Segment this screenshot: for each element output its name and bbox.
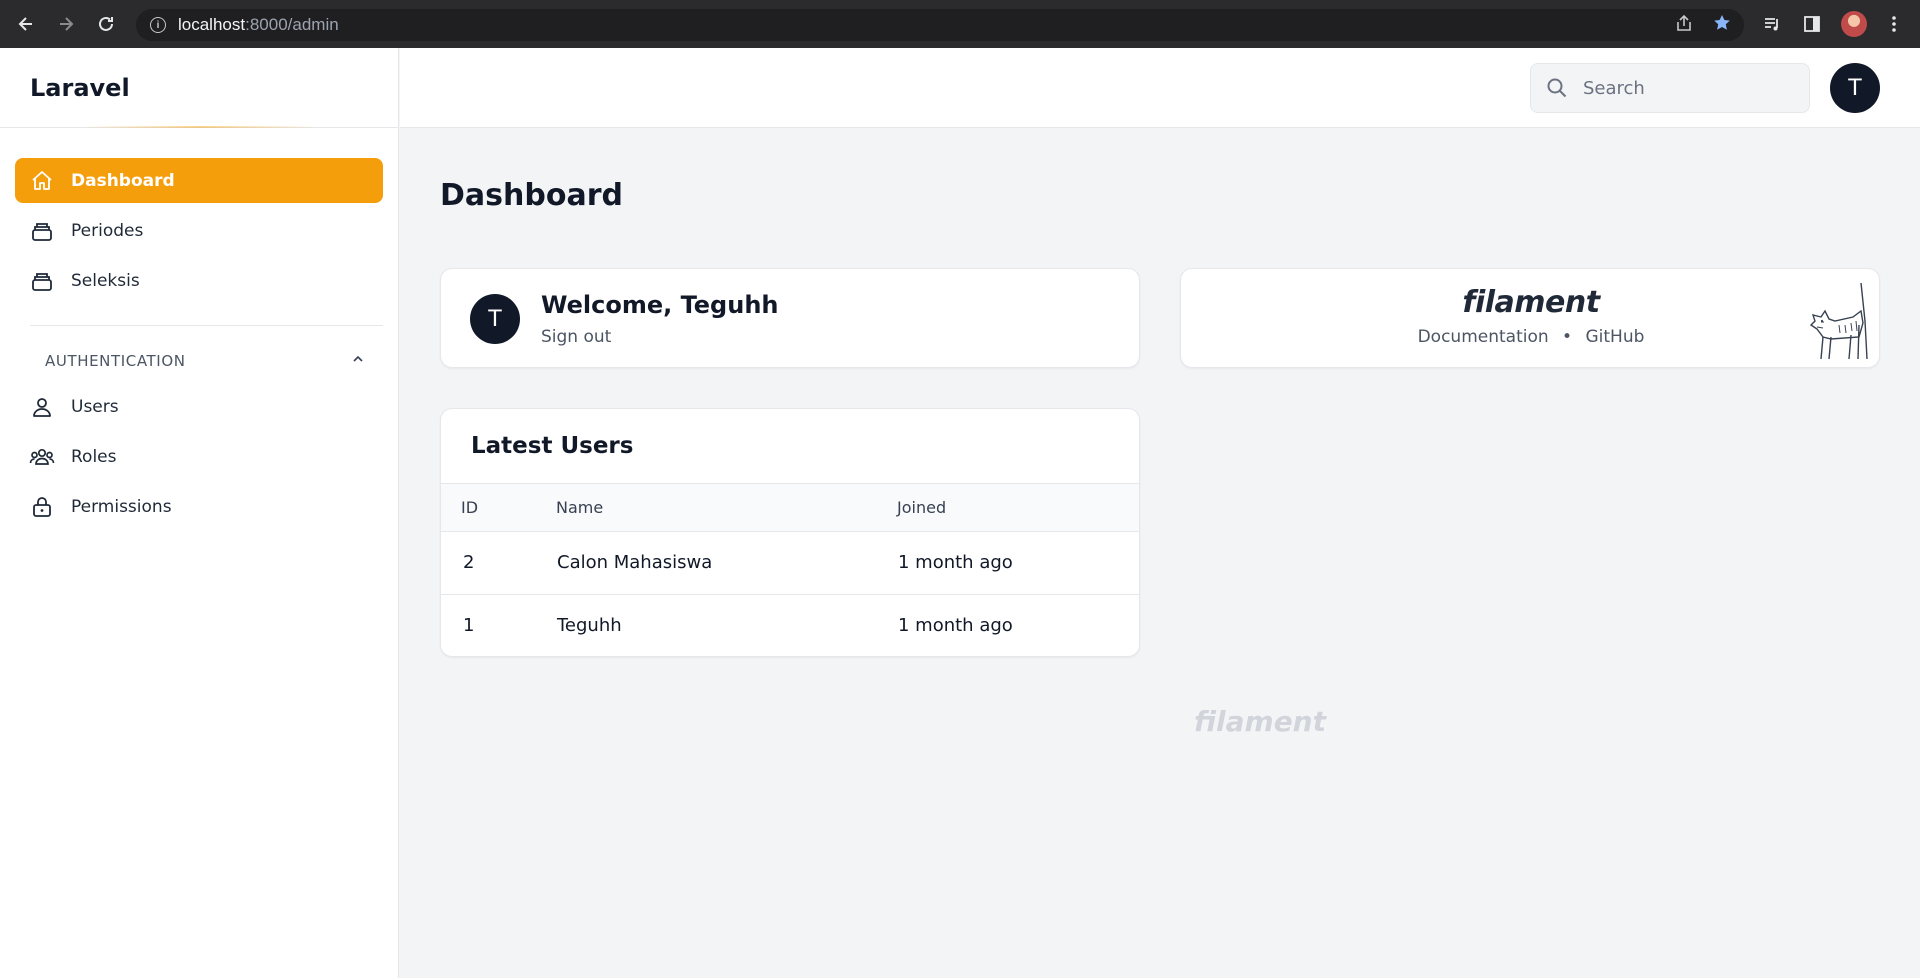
column-header-id[interactable]: ID xyxy=(441,484,556,532)
brand-logo[interactable]: Laravel xyxy=(0,48,398,128)
sidebar-nav: Dashboard Periodes Seleksis AUTHENTICATI… xyxy=(0,128,398,529)
share-icon[interactable] xyxy=(1674,13,1694,37)
cell-id: 1 xyxy=(463,615,475,637)
filament-info-widget: filament Documentation • GitHub xyxy=(1180,268,1880,368)
column-header-joined[interactable]: Joined xyxy=(897,484,1139,532)
chevron-up-icon[interactable] xyxy=(351,352,365,370)
sidebar-item-permissions[interactable]: Permissions xyxy=(15,484,383,529)
collection-icon xyxy=(29,218,55,244)
latest-users-table: ID Name Joined 2 Calon Mahasiswa 1 month… xyxy=(441,484,1139,656)
sidebar-item-users[interactable]: Users xyxy=(15,384,383,429)
main-content: Dashboard T Welcome, Teguhh Sign out fil… xyxy=(400,128,1920,978)
sidebar-item-label: Seleksis xyxy=(71,270,140,291)
avatar: T xyxy=(470,294,520,344)
documentation-link[interactable]: Documentation xyxy=(1418,327,1549,347)
collection-icon xyxy=(29,268,55,294)
group-authentication-toggle[interactable]: AUTHENTICATION xyxy=(15,346,383,376)
group-label: AUTHENTICATION xyxy=(45,352,186,370)
sidebar-item-seleksis[interactable]: Seleksis xyxy=(15,258,383,303)
global-search[interactable] xyxy=(1530,63,1810,113)
github-link[interactable]: GitHub xyxy=(1585,327,1644,347)
site-info-icon[interactable]: i xyxy=(150,17,166,33)
page-title: Dashboard xyxy=(440,178,623,213)
side-panel-icon[interactable] xyxy=(1796,0,1828,48)
sidebar-item-dashboard[interactable]: Dashboard xyxy=(15,158,383,203)
url-host: localhost xyxy=(178,15,246,34)
footer-filament-logo[interactable]: filament xyxy=(1100,705,1420,738)
sidebar-item-label: Permissions xyxy=(71,496,172,517)
user-menu-avatar[interactable]: T xyxy=(1830,63,1880,113)
sidebar: Laravel Dashboard Periodes Seleksis AUTH… xyxy=(0,48,399,978)
latest-users-widget: Latest Users ID Name Joined 2 Calon Maha… xyxy=(440,408,1140,657)
filament-links: Documentation • GitHub xyxy=(1181,327,1879,347)
filament-logo: filament xyxy=(1462,285,1600,320)
home-icon xyxy=(29,168,55,194)
address-bar[interactable]: i localhost:8000/admin xyxy=(136,9,1744,41)
link-separator: • xyxy=(1562,327,1573,347)
column-header-name[interactable]: Name xyxy=(556,484,897,532)
search-icon xyxy=(1545,76,1569,100)
cell-name: Teguhh xyxy=(557,615,622,637)
sidebar-item-label: Roles xyxy=(71,446,117,467)
back-icon[interactable] xyxy=(6,0,46,48)
profile-avatar[interactable] xyxy=(1838,0,1870,48)
topbar: T xyxy=(400,48,1920,128)
brand-name: Laravel xyxy=(30,73,130,102)
browser-chrome: i localhost:8000/admin xyxy=(0,0,1920,48)
forward-icon[interactable] xyxy=(46,0,86,48)
latest-users-title: Latest Users xyxy=(441,409,1139,484)
cell-joined: 1 month ago xyxy=(898,615,1013,637)
sidebar-item-label: Periodes xyxy=(71,220,144,241)
cell-name: Calon Mahasiswa xyxy=(556,531,897,595)
table-row[interactable]: 1 Teguhh 1 month ago xyxy=(441,594,1139,656)
table-row[interactable]: 2 Calon Mahasiswa 1 month ago xyxy=(441,531,1139,595)
cell-joined: 1 month ago xyxy=(897,531,1139,595)
sign-out-link[interactable]: Sign out xyxy=(541,327,611,347)
search-input[interactable] xyxy=(1583,77,1783,99)
sidebar-divider xyxy=(30,325,383,326)
user-group-icon xyxy=(29,444,55,470)
filament-mascot-illustration xyxy=(1809,281,1871,367)
url-path: :8000/admin xyxy=(245,15,339,34)
brand-accent-line xyxy=(80,126,320,128)
lock-icon xyxy=(29,494,55,520)
sidebar-item-periodes[interactable]: Periodes xyxy=(15,208,383,253)
bookmark-star-icon[interactable] xyxy=(1712,13,1732,37)
table-header-row: ID Name Joined xyxy=(441,484,1139,532)
browser-menu-icon[interactable] xyxy=(1878,0,1910,48)
reload-icon[interactable] xyxy=(86,0,126,48)
user-icon xyxy=(29,394,55,420)
sidebar-item-label: Dashboard xyxy=(71,170,175,191)
cell-id: 2 xyxy=(441,531,556,595)
sidebar-item-label: Users xyxy=(71,396,119,417)
welcome-greeting: Welcome, Teguhh xyxy=(541,291,779,319)
welcome-widget: T Welcome, Teguhh Sign out xyxy=(440,268,1140,368)
sidebar-item-roles[interactable]: Roles xyxy=(15,434,383,479)
media-control-icon[interactable] xyxy=(1756,0,1788,48)
